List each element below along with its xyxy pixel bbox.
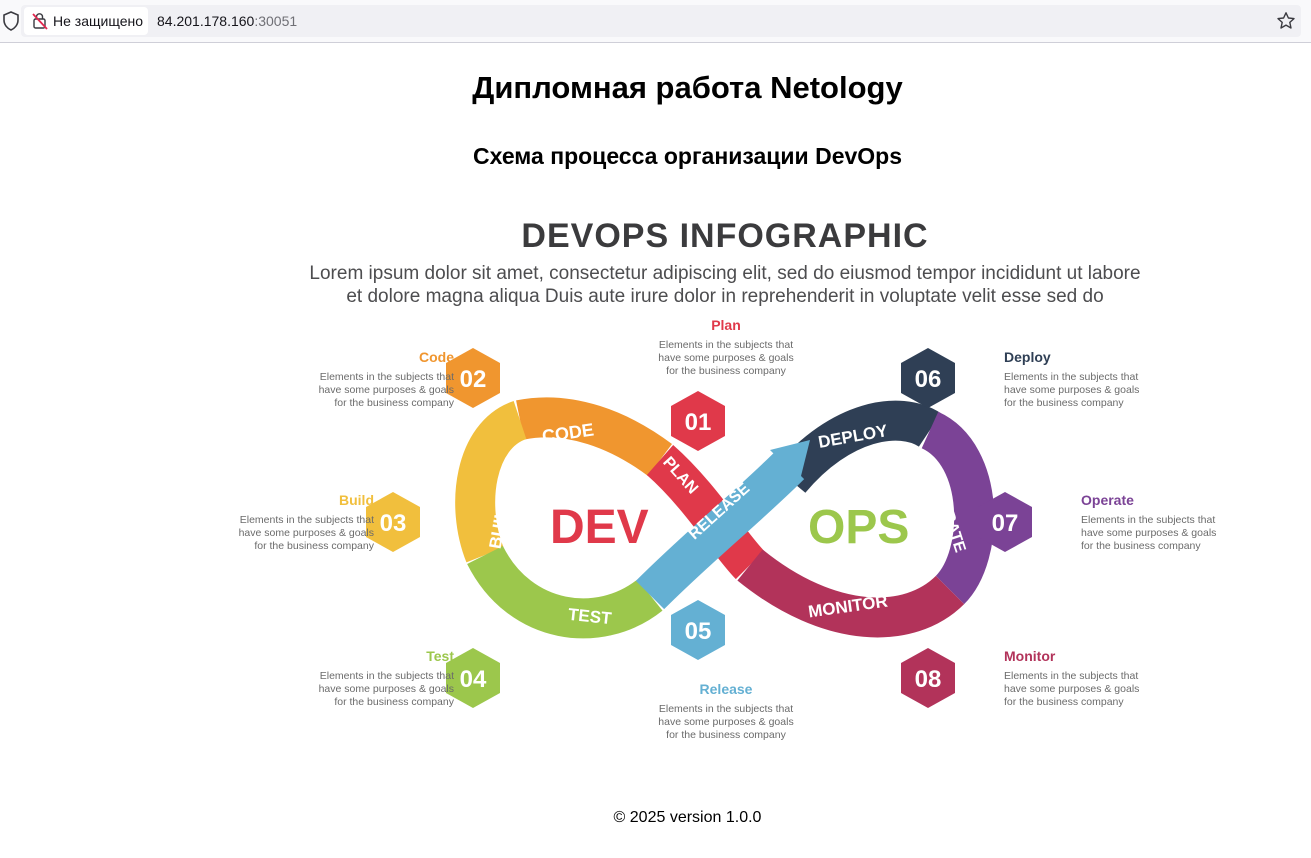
step-number-07: 07 <box>991 510 1019 537</box>
url-host: 84.201.178.160 <box>157 13 255 29</box>
page-title: Дипломная работа Netology <box>472 70 903 105</box>
step-description-build: Elements in the subjects that have some p… <box>238 514 374 552</box>
security-label: Не защищено <box>53 13 143 29</box>
step-description-operate: Elements in the subjects that have some p… <box>1081 514 1217 552</box>
step-name-code: Code <box>419 349 454 365</box>
step-name-monitor: Monitor <box>1004 648 1056 664</box>
bookmark-star-icon[interactable] <box>1276 11 1296 31</box>
step-name-deploy: Deploy <box>1004 349 1051 365</box>
infographic-description: Lorem ipsum dolor sit amet, consectetur … <box>260 262 1190 308</box>
url-text[interactable]: 84.201.178.160:30051 <box>157 13 297 29</box>
browser-toolbar: Не защищено 84.201.178.160:30051 <box>0 0 1311 43</box>
page-footer: © 2025 version 1.0.0 <box>613 809 762 826</box>
step-name-test: Test <box>426 648 454 664</box>
url-port: :30051 <box>254 13 298 29</box>
step-name-plan: Plan <box>711 317 741 333</box>
devops-infographic: DEVOPS INFOGRAPHIC Lorem ipsum dolor sit… <box>230 205 1230 765</box>
step-number-02: 02 <box>459 366 487 393</box>
insecure-lock-icon <box>32 13 48 30</box>
step-number-01: 01 <box>684 409 712 436</box>
step-number-04: 04 <box>459 666 487 693</box>
step-number-05: 05 <box>684 618 712 645</box>
step-number-08: 08 <box>914 666 942 693</box>
step-number-06: 06 <box>914 366 942 393</box>
step-description-plan: Elements in the subjects that have some p… <box>658 339 794 377</box>
step-description-test: Elements in the subjects that have some p… <box>318 670 454 708</box>
step-description-deploy: Elements in the subjects that have some p… <box>1004 371 1140 409</box>
dev-label: DEV <box>550 501 649 554</box>
ops-label: OPS <box>808 501 910 554</box>
shield-icon[interactable] <box>2 11 20 31</box>
step-name-build: Build <box>339 492 374 508</box>
step-number-03: 03 <box>379 510 407 537</box>
test-segment <box>467 545 663 639</box>
page-subtitle: Схема процесса организации DevOps <box>472 143 903 169</box>
infographic-description-line1: Lorem ipsum dolor sit amet, consectetur … <box>309 263 1141 284</box>
infographic-description-line2: et dolore magna aliqua Duis aute irure d… <box>346 286 1104 307</box>
infographic-title: DEVOPS INFOGRAPHIC <box>521 217 929 255</box>
step-description-release: Elements in the subjects that have some p… <box>658 703 794 741</box>
step-description-code: Elements in the subjects that have some p… <box>318 371 454 409</box>
step-name-operate: Operate <box>1081 492 1134 508</box>
step-description-monitor: Elements in the subjects that have some p… <box>1004 670 1140 708</box>
step-name-release: Release <box>699 681 753 697</box>
